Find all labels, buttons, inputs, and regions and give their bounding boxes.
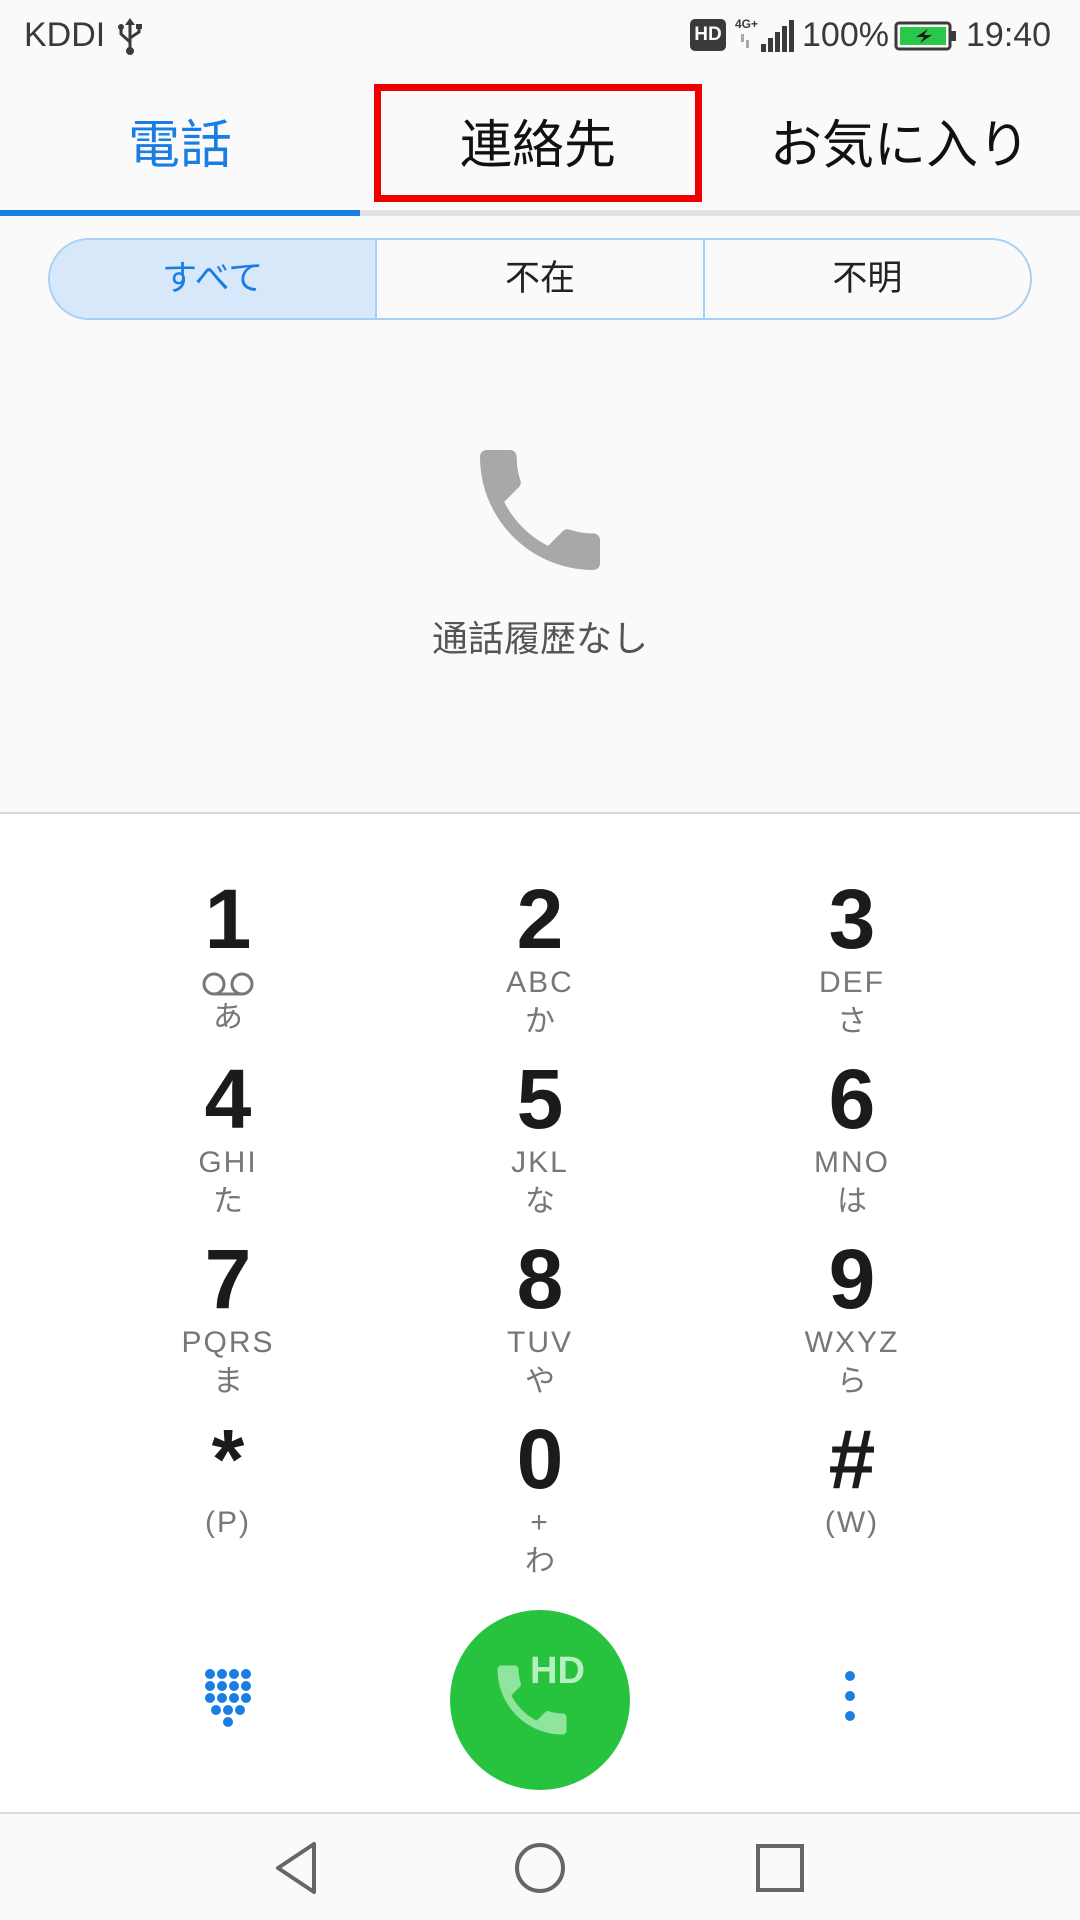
key-digit: 8 [516,1232,564,1326]
key-3[interactable]: 3 DEF さ [752,874,952,1042]
key-letters: (P) [205,1506,251,1539]
key-digit: 3 [828,872,876,966]
call-filter: すべて 不在 不明 [48,238,1032,320]
filter-all[interactable]: すべて [50,240,376,318]
recent-apps-icon[interactable] [750,1838,810,1898]
key-kana: ら [837,1364,867,1399]
phone-icon [480,450,600,570]
usb-icon [118,18,142,55]
status-bar: KDDI HD 4G+ 100% 19:40 [0,0,1080,76]
key-hash[interactable]: # (W) [752,1414,952,1542]
tab-phone[interactable]: 電話 [0,104,360,188]
key-digit: 1 [204,872,252,966]
clock: 19:40 [966,16,1052,54]
key-letters: (W) [824,1506,880,1539]
key-kana: な [525,1184,555,1219]
key-letters: JKL [511,1146,569,1179]
signal-icon: 4G+ [735,17,794,52]
key-kana: あ [213,1000,243,1035]
key-digit: # [828,1412,876,1506]
highlight-box [374,84,702,202]
key-1[interactable]: 1 あ [128,874,328,1038]
key-kana: さ [837,1004,867,1039]
key-digit: * [211,1412,245,1506]
key-star[interactable]: * (P) [128,1414,328,1542]
key-letters: + [530,1506,550,1539]
filter-unknown[interactable]: 不明 [702,240,1030,318]
key-digit: 9 [828,1232,876,1326]
battery-icon [894,21,956,51]
key-letters: WXYZ [804,1326,900,1359]
carrier-name: KDDI [24,16,106,54]
key-9[interactable]: 9 WXYZ ら [752,1234,952,1402]
key-4[interactable]: 4 GHI た [128,1054,328,1222]
active-tab-indicator [0,210,360,216]
key-letters: GHI [198,1146,258,1179]
hd-voice-badge: HD [690,19,726,51]
key-digit: 6 [828,1052,876,1146]
key-8[interactable]: 8 TUV や [440,1234,640,1402]
key-6[interactable]: 6 MNO は [752,1054,952,1222]
key-digit: 0 [516,1412,564,1506]
key-digit: 4 [204,1052,252,1146]
key-7[interactable]: 7 PQRS ま [128,1234,328,1402]
home-icon[interactable] [510,1838,570,1898]
svg-text:4G+: 4G+ [735,17,758,31]
tab-favorites[interactable]: お気に入り [720,104,1080,188]
key-5[interactable]: 5 JKL な [440,1054,640,1222]
more-vert-icon[interactable] [830,1668,870,1728]
battery-percent: 100% [802,16,889,54]
call-hd-label: HD [530,1650,585,1692]
voicemail-icon [202,972,254,996]
key-letters: PQRS [181,1326,275,1359]
key-letters: MNO [814,1146,890,1179]
back-icon[interactable] [270,1838,330,1898]
dialpad-icon[interactable] [198,1668,258,1728]
empty-state-text: 通話履歴なし [431,619,648,660]
key-letters: ABC [506,966,574,999]
key-digit: 5 [516,1052,564,1146]
key-letters: DEF [819,966,885,999]
key-letters: TUV [507,1326,573,1359]
key-kana: ま [213,1364,243,1399]
key-digit: 7 [204,1232,252,1326]
key-kana: は [837,1184,867,1219]
key-2[interactable]: 2 ABC か [440,874,640,1042]
key-digit: 2 [516,872,564,966]
navigation-bar [0,1812,1080,1920]
key-kana: や [525,1364,555,1399]
key-kana: わ [525,1544,555,1579]
filter-missed[interactable]: 不在 [375,240,702,318]
key-kana: か [525,1004,555,1039]
key-kana: た [213,1184,243,1219]
dialpad: 1 あ 2 ABC か 3 DEF さ 4 GHI た 5 JKL な 6 MN… [0,812,1080,1812]
call-button[interactable]: HD [450,1610,630,1790]
key-0[interactable]: 0 + わ [440,1414,640,1582]
